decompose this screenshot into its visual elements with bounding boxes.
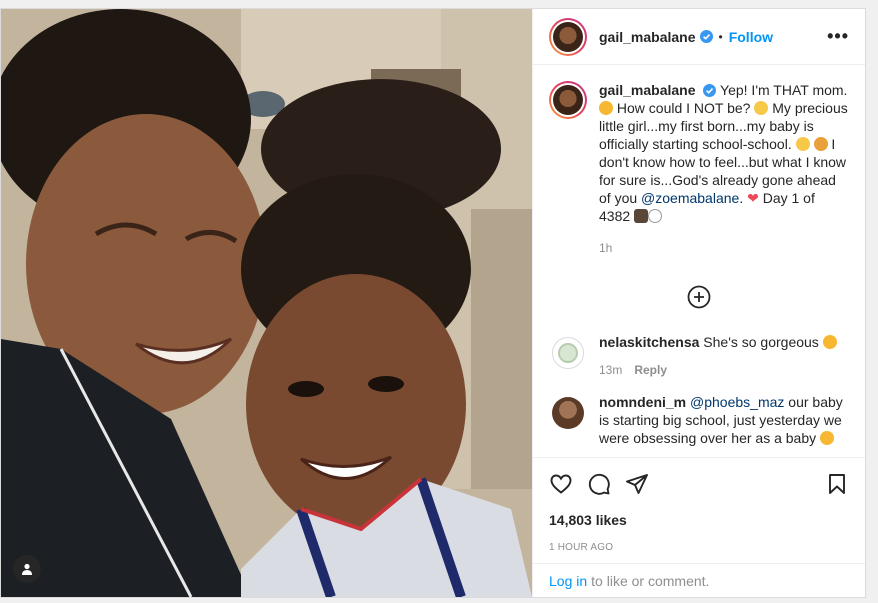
photo-illustration — [1, 9, 532, 597]
grinning-emoji-icon — [754, 101, 769, 115]
likes-count[interactable]: 14,803 likes — [549, 512, 849, 528]
commenter-avatar[interactable] — [552, 397, 584, 429]
comment-icon[interactable] — [587, 472, 611, 496]
follow-button[interactable]: Follow — [729, 29, 773, 45]
commenter-avatar[interactable] — [552, 337, 584, 369]
caption-username[interactable]: gail_mabalane — [599, 82, 696, 98]
smiley-emoji-icon — [648, 209, 663, 223]
author-username[interactable]: gail_mabalane — [599, 29, 696, 45]
heart-eyes-emoji-icon — [820, 431, 835, 445]
share-icon[interactable] — [625, 472, 649, 496]
post-side-panel: gail_mabalane • Follow ••• gail_mabalane — [532, 9, 865, 597]
action-bar: 14,803 likes 1 HOUR AGO — [533, 457, 865, 553]
student-emoji-icon — [634, 209, 649, 223]
verified-badge-icon — [699, 30, 713, 43]
heart-eyes-emoji-icon — [822, 335, 837, 349]
login-prompt: Log in to like or comment. — [533, 563, 865, 597]
post-header: gail_mabalane • Follow ••• — [533, 9, 865, 65]
laughing-emoji-icon — [795, 137, 810, 151]
load-more-icon — [687, 285, 711, 309]
commenter-username[interactable]: nelaskitchensa — [599, 334, 699, 350]
bookmark-icon[interactable] — [825, 472, 849, 496]
load-more-comments[interactable] — [549, 285, 849, 309]
comment-time: 13m — [599, 363, 623, 377]
mention-link[interactable]: @phoebs_maz — [690, 394, 784, 410]
login-link[interactable]: Log in — [549, 573, 587, 589]
caption-time: 1h — [599, 241, 613, 255]
avatar-image — [553, 21, 583, 52]
mention-link[interactable]: @zoemabalane — [641, 190, 739, 206]
login-text: to like or comment. — [591, 572, 710, 589]
caption: gail_mabalane Yep! I'm THAT mom. How cou… — [549, 81, 849, 257]
commenter-username[interactable]: nomndeni_m — [599, 394, 686, 410]
post-photo[interactable] — [1, 9, 532, 597]
comment-text: She's so gorgeous — [703, 334, 819, 350]
teary-emoji-icon — [813, 137, 828, 151]
author-avatar[interactable] — [549, 17, 587, 56]
comment-item: nomndeni_m @phoebs_maz our baby is start… — [549, 393, 849, 447]
comments-section: gail_mabalane Yep! I'm THAT mom. How cou… — [533, 65, 865, 457]
person-icon — [22, 563, 32, 575]
caption-avatar[interactable] — [549, 81, 587, 119]
separator-dot: • — [718, 29, 723, 44]
reply-button[interactable]: Reply — [634, 363, 667, 377]
post-timestamp[interactable]: 1 HOUR AGO — [549, 542, 849, 553]
red-heart-emoji-icon: ❤ — [747, 190, 759, 206]
smiling-hearts-emoji-icon — [599, 101, 613, 115]
more-options-icon[interactable]: ••• — [827, 26, 849, 47]
caption-text: gail_mabalane Yep! I'm THAT mom. How cou… — [599, 82, 848, 255]
post-card: gail_mabalane • Follow ••• gail_mabalane — [0, 8, 866, 598]
comment-item: nelaskitchensa She's so gorgeous 13m Repl… — [549, 333, 849, 379]
heart-icon[interactable] — [549, 472, 573, 496]
verified-badge-icon — [703, 84, 717, 97]
user-tag-icon[interactable] — [13, 555, 41, 583]
